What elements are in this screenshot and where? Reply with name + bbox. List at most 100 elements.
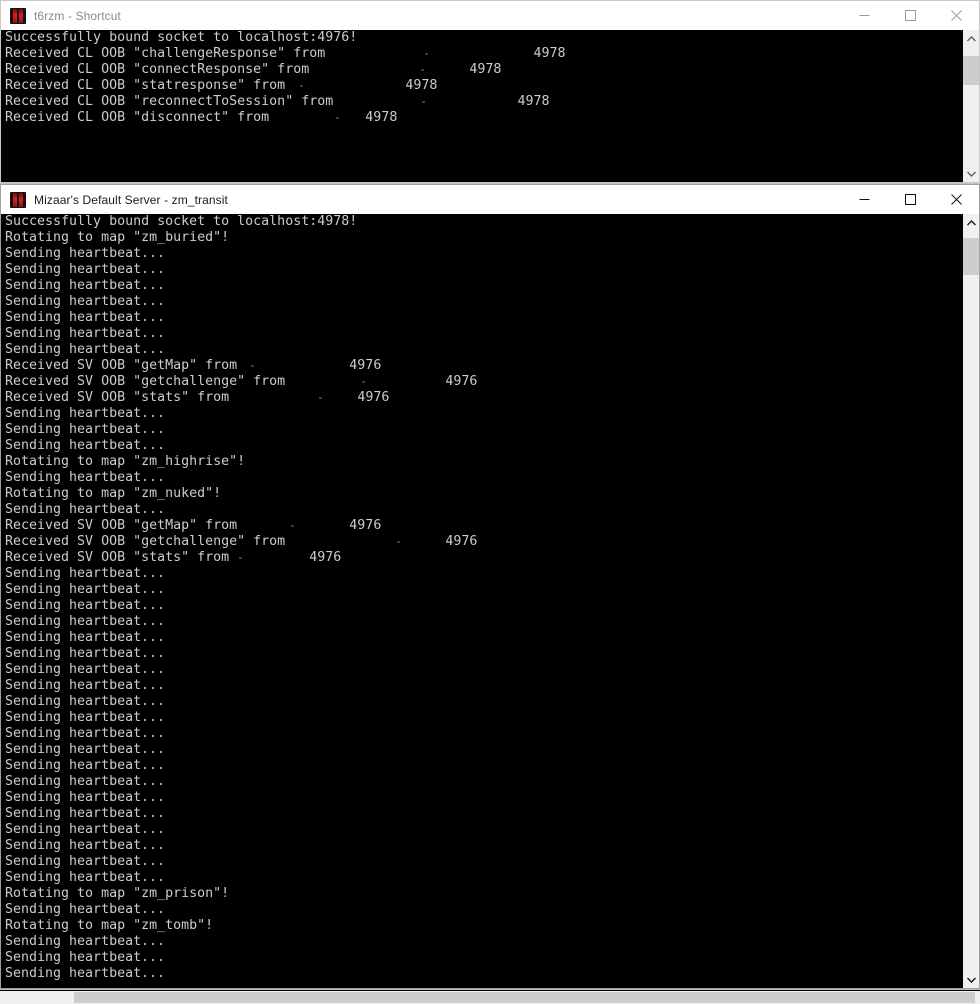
redacted-ip-address xyxy=(333,94,518,110)
console-line: Rotating to map "zm_prison"! xyxy=(5,886,230,901)
minimize-button[interactable] xyxy=(841,185,887,214)
console-line: Sending heartbeat... xyxy=(5,758,166,773)
port-number: 4976 xyxy=(349,518,382,533)
horizontal-scrollbar-thumb[interactable] xyxy=(73,992,976,1003)
console-line: Sending heartbeat... xyxy=(5,614,166,629)
vertical-scrollbar-client[interactable] xyxy=(962,30,979,182)
horizontal-scrollbar[interactable] xyxy=(0,990,980,1004)
console-line: Sending heartbeat... xyxy=(5,326,166,341)
window-controls-server xyxy=(841,185,979,214)
console-line: Sending heartbeat... xyxy=(5,598,166,613)
app-icon xyxy=(10,191,26,208)
console-line: Rotating to map "zm_nuked"! xyxy=(5,486,222,501)
console-output-server[interactable]: Successfully bound socket to localhost:4… xyxy=(0,214,980,989)
close-button[interactable] xyxy=(933,1,979,30)
window-server-console[interactable]: Mizaar's Default Server - zm_transit Suc… xyxy=(0,184,980,989)
scrollbar-track-server[interactable] xyxy=(963,231,979,971)
console-line: Sending heartbeat... xyxy=(5,838,166,853)
window-title-client-console: t6rzm - Shortcut xyxy=(34,8,121,23)
console-line: Received SV OOB "stats" from 4976 xyxy=(5,390,390,406)
maximize-button[interactable] xyxy=(887,1,933,30)
port-number: 4976 xyxy=(349,358,382,373)
console-line: Received SV OOB "getchallenge" from 4976 xyxy=(5,534,478,550)
console-line: Received CL OOB "statresponse" from 4978 xyxy=(5,78,438,94)
console-line: Rotating to map "zm_buried"! xyxy=(5,230,230,245)
console-line: Sending heartbeat... xyxy=(5,406,166,421)
console-text-client: Successfully bound socket to localhost:4… xyxy=(1,30,962,182)
scroll-up-arrow[interactable] xyxy=(963,30,979,47)
redacted-ip-address xyxy=(285,374,446,390)
redacted-ip-address xyxy=(237,358,350,374)
scroll-up-arrow[interactable] xyxy=(963,214,979,231)
console-line: Sending heartbeat... xyxy=(5,342,166,357)
redacted-ip-address xyxy=(309,62,470,78)
minimize-button[interactable] xyxy=(841,1,887,30)
console-line: Received SV OOB "getchallenge" from 4976 xyxy=(5,374,478,390)
console-line: Received SV OOB "getMap" from 4976 xyxy=(5,518,382,534)
window-client-console[interactable]: t6rzm - Shortcut Successfully bound sock… xyxy=(0,0,980,183)
scroll-down-arrow[interactable] xyxy=(963,165,979,182)
redacted-ip-address xyxy=(229,550,310,566)
console-output-client[interactable]: Successfully bound socket to localhost:4… xyxy=(0,30,980,183)
close-button[interactable] xyxy=(933,185,979,214)
console-line: Received CL OOB "challengeResponse" from… xyxy=(5,46,566,62)
console-line: Sending heartbeat... xyxy=(5,854,166,869)
redacted-ip-address xyxy=(325,46,534,62)
scrollbar-thumb-server[interactable] xyxy=(963,238,979,276)
titlebar-client-console[interactable]: t6rzm - Shortcut xyxy=(0,0,980,30)
console-line: Sending heartbeat... xyxy=(5,870,166,885)
maximize-button[interactable] xyxy=(887,185,933,214)
console-line: Sending heartbeat... xyxy=(5,934,166,949)
console-line: Sending heartbeat... xyxy=(5,262,166,277)
console-line: Sending heartbeat... xyxy=(5,966,166,981)
console-line: Sending heartbeat... xyxy=(5,806,166,821)
vertical-scrollbar-server[interactable] xyxy=(962,214,979,988)
console-line: Sending heartbeat... xyxy=(5,246,166,261)
console-line: Sending heartbeat... xyxy=(5,790,166,805)
console-line: Sending heartbeat... xyxy=(5,726,166,741)
console-line: Sending heartbeat... xyxy=(5,422,166,437)
console-line: Sending heartbeat... xyxy=(5,774,166,789)
console-line: Rotating to map "zm_highrise"! xyxy=(5,454,246,469)
redacted-ip-address xyxy=(285,78,406,94)
titlebar-server-console[interactable]: Mizaar's Default Server - zm_transit xyxy=(0,184,980,214)
console-line: Sending heartbeat... xyxy=(5,742,166,757)
console-line: Rotating to map "zm_tomb"! xyxy=(5,918,214,933)
port-number: 4976 xyxy=(445,374,478,389)
window-controls-client xyxy=(841,1,979,30)
port-number: 4978 xyxy=(405,78,438,93)
console-line: Successfully bound socket to localhost:4… xyxy=(5,214,358,229)
console-line: Received CL OOB "reconnectToSession" fro… xyxy=(5,94,550,110)
console-line: Sending heartbeat... xyxy=(5,310,166,325)
console-line: Sending heartbeat... xyxy=(5,822,166,837)
console-line: Sending heartbeat... xyxy=(5,950,166,965)
redacted-ip-address xyxy=(237,518,350,534)
app-icon xyxy=(10,7,26,24)
console-line: Sending heartbeat... xyxy=(5,278,166,293)
port-number: 4976 xyxy=(357,390,390,405)
console-text-server: Successfully bound socket to localhost:4… xyxy=(1,214,962,988)
console-line: Sending heartbeat... xyxy=(5,710,166,725)
console-line: Sending heartbeat... xyxy=(5,694,166,709)
scrollbar-thumb-client[interactable] xyxy=(963,56,979,85)
scroll-down-arrow[interactable] xyxy=(963,971,979,988)
console-line: Sending heartbeat... xyxy=(5,294,166,309)
console-line: Sending heartbeat... xyxy=(5,646,166,661)
console-line: Received CL OOB "connectResponse" from 4… xyxy=(5,62,502,78)
console-line: Successfully bound socket to localhost:4… xyxy=(5,30,358,45)
console-line: Received SV OOB "getMap" from 4976 xyxy=(5,358,382,374)
scrollbar-track-client[interactable] xyxy=(963,47,979,165)
console-line: Received CL OOB "disconnect" from 4978 xyxy=(5,110,398,126)
port-number: 4978 xyxy=(365,110,398,125)
console-line: Sending heartbeat... xyxy=(5,582,166,597)
port-number: 4978 xyxy=(517,94,550,109)
console-line: Sending heartbeat... xyxy=(5,438,166,453)
console-line: Sending heartbeat... xyxy=(5,678,166,693)
redacted-ip-address xyxy=(285,534,446,550)
port-number: 4976 xyxy=(309,550,342,565)
console-line: Sending heartbeat... xyxy=(5,502,166,517)
console-line: Sending heartbeat... xyxy=(5,566,166,581)
window-title-server-console: Mizaar's Default Server - zm_transit xyxy=(34,192,228,207)
redacted-ip-address xyxy=(229,390,358,406)
port-number: 4978 xyxy=(469,62,502,77)
